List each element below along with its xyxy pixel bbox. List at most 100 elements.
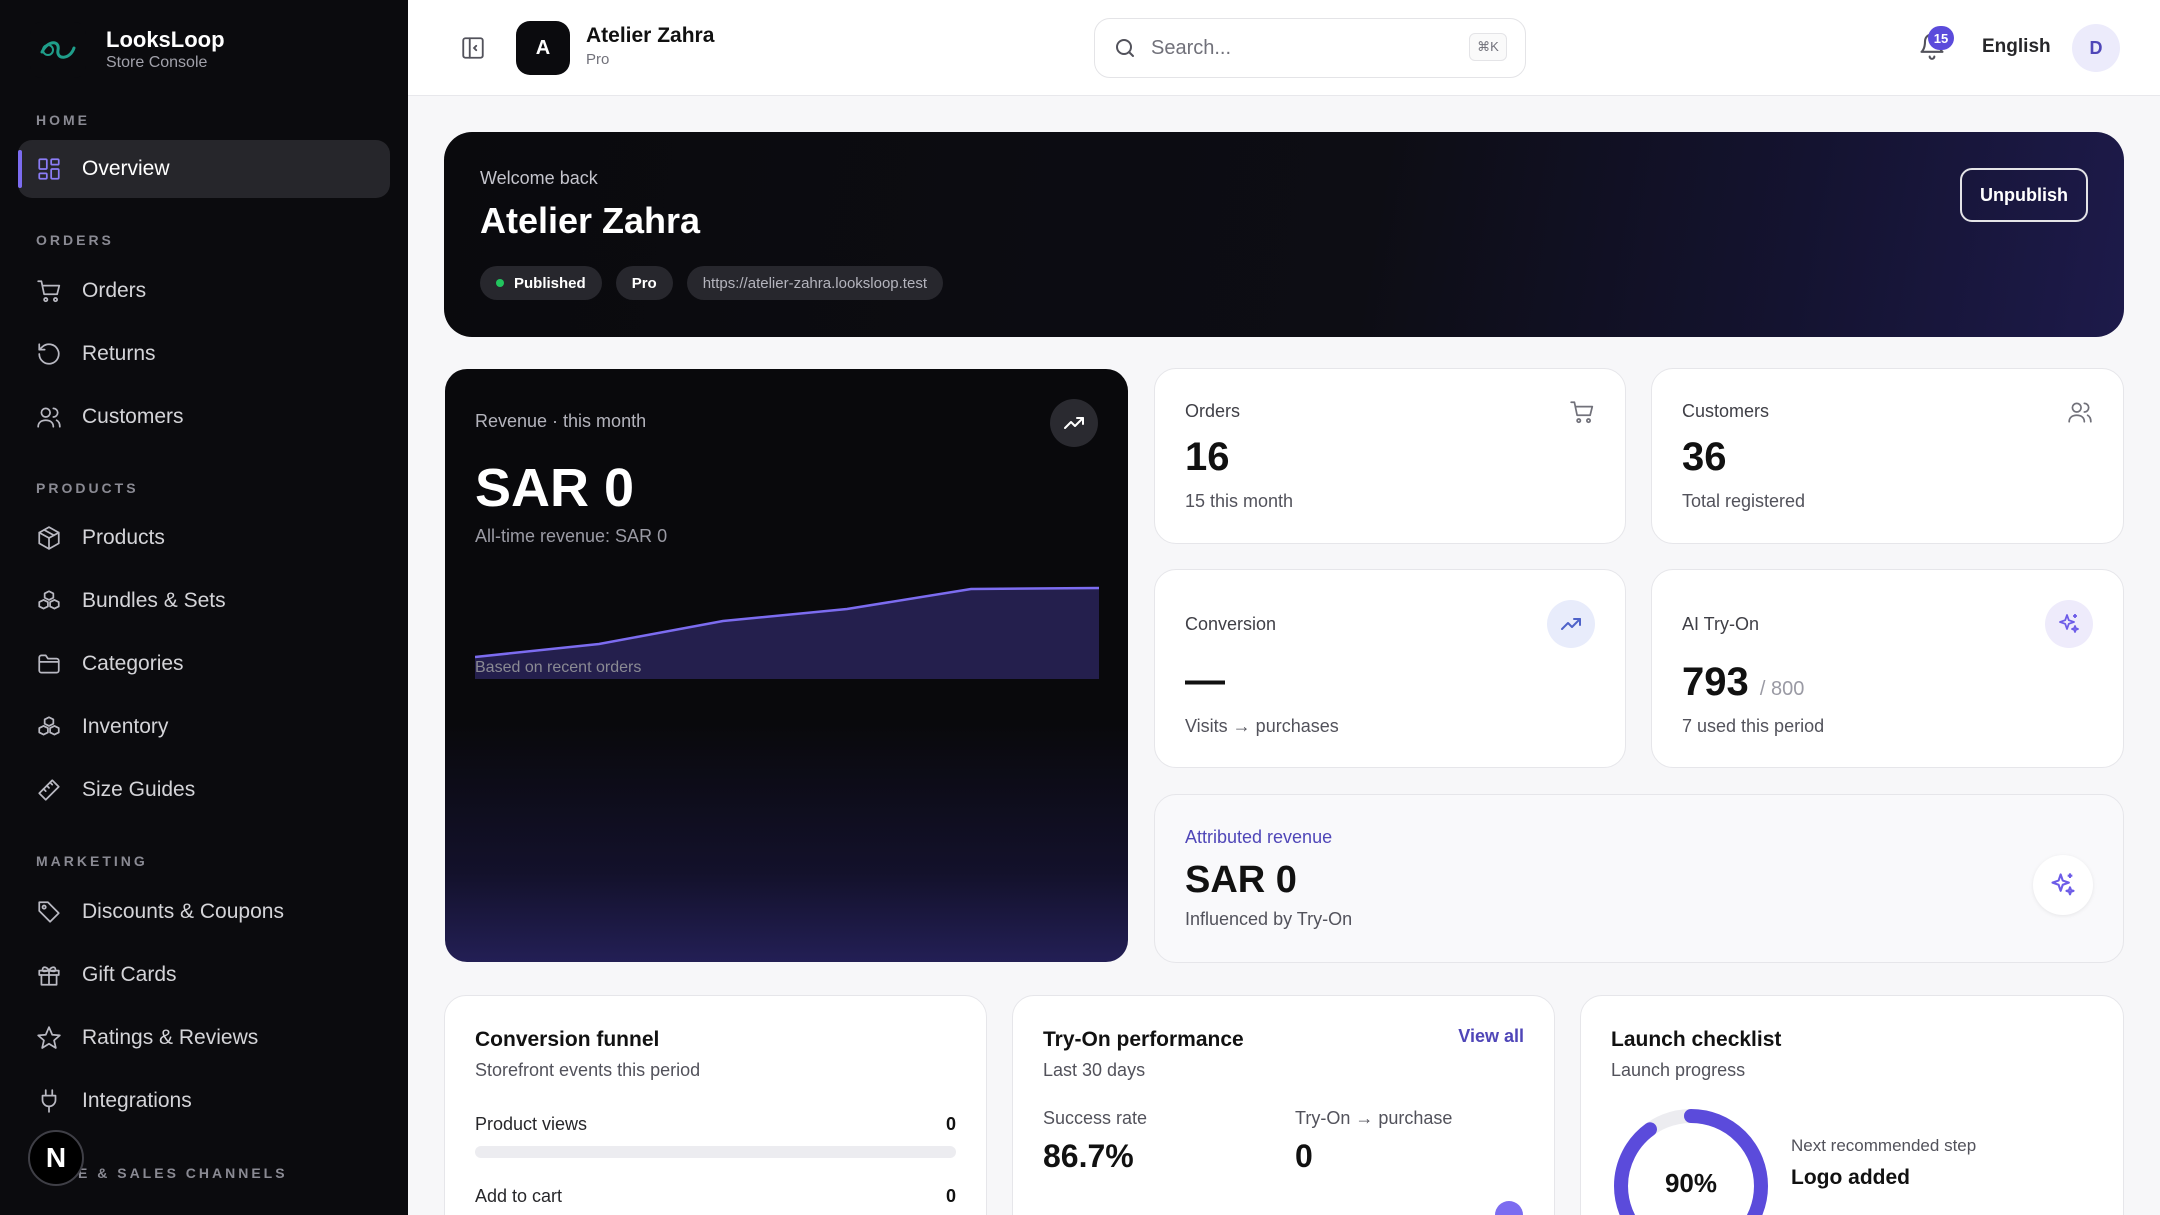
brand[interactable]: LooksLoop Store Console [30,22,225,78]
sidebar-item-returns[interactable]: Returns [18,325,390,383]
topbar: A Atelier Zahra Pro ⌘K 15 English D [408,0,2160,96]
search-box[interactable]: ⌘K [1094,18,1526,78]
status-text: Published [514,274,586,292]
sidebar-item-label: Ratings & Reviews [82,1026,259,1049]
grid-icon [36,156,62,182]
sidebar-toggle-icon[interactable] [460,35,486,61]
brand-logo [30,22,86,78]
boxes-icon [36,714,62,740]
sidebar: LooksLoop Store Console HOME Overview OR… [0,0,408,1215]
conversion-sub: Visits → purchases [1185,716,1339,736]
sidebar-item-label: Customers [82,405,184,428]
sidebar-item-label: Size Guides [82,778,196,801]
tryon-icon-badge [2045,600,2093,648]
sidebar-item-label: Categories [82,652,184,675]
search-icon [1113,36,1137,60]
funnel-sub: Storefront events this period [475,1060,701,1080]
funnel-row-label: Product views [475,1114,588,1134]
sidebar-item-categories[interactable]: Categories [18,635,390,693]
orders-sub: 15 this month [1185,491,1294,511]
n-badge[interactable]: N [28,1130,84,1186]
sidebar-item-label: Gift Cards [82,963,177,986]
sidebar-item-label: Integrations [82,1089,192,1112]
sidebar-item-ratings[interactable]: Ratings & Reviews [18,1009,390,1067]
funnel-row-label: Add to cart [475,1186,563,1206]
trending-up-icon [1062,411,1086,435]
orders-label: Orders [1185,401,1241,421]
store-plan: Pro [586,51,610,68]
unpublish-button[interactable]: Unpublish [1960,168,2088,222]
store-name[interactable]: Atelier Zahra [586,24,714,48]
status-dot [496,279,504,287]
ai-tryon-card[interactable]: AI Try-On 793 / 800 7 used this period [1651,569,2124,768]
sidebar-item-label: Inventory [82,715,169,738]
boxes-icon [36,588,62,614]
perf-sub: Last 30 days [1043,1060,1146,1080]
cart-icon [36,278,62,304]
progress-text: 90% [1664,1168,1718,1198]
conversion-card[interactable]: Conversion — Visits → purchases [1154,569,1626,768]
trend-button[interactable] [1050,399,1098,447]
sidebar-item-products[interactable]: Products [18,509,390,567]
customers-card[interactable]: Customers 36 Total registered [1651,368,2124,544]
sidebar-item-size-guides[interactable]: Size Guides [18,761,390,819]
tryon-limit: / 800 [1759,678,1805,700]
tryon-sub: 7 used this period [1682,716,1825,736]
checklist-title: Launch checklist [1611,1028,1782,1051]
cart-icon [1569,399,1595,425]
folder-icon [36,651,62,677]
launch-checklist-card: Launch checklist Launch progress 90% Nex… [1580,995,2124,1215]
orders-card[interactable]: Orders 16 15 this month [1154,368,1626,544]
user-avatar[interactable]: D [2072,24,2120,72]
customers-value: 36 [1682,435,1727,479]
users-icon [36,404,62,430]
next-step-value: Logo added [1791,1166,1910,1189]
tryon-performance-card: Try-On performance Last 30 days View all… [1012,995,1555,1215]
section-home: HOME [36,112,90,128]
sidebar-item-integrations[interactable]: Integrations [18,1072,390,1130]
welcome-banner: Welcome back Atelier Zahra Published Pro… [444,132,2124,337]
sparkles-icon [2057,612,2081,636]
store-title: Atelier Zahra [480,200,701,241]
sidebar-item-discounts[interactable]: Discounts & Coupons [18,883,390,941]
view-all-link[interactable]: View all [1458,1026,1524,1047]
purchase-value: 0 [1295,1138,1313,1174]
sidebar-item-customers[interactable]: Customers [18,388,390,446]
store-url[interactable]: https://atelier-zahra.looksloop.test [686,266,943,300]
conversion-funnel-card: Conversion funnel Storefront events this… [444,995,987,1215]
attributed-icon-badge [2033,855,2093,915]
sidebar-item-gift-cards[interactable]: Gift Cards [18,946,390,1004]
star-icon [36,1025,62,1051]
search-input[interactable] [1151,36,1451,60]
sidebar-item-inventory[interactable]: Inventory [18,698,390,756]
success-rate-label: Success rate [1043,1108,1148,1128]
next-step-label: Next recommended step [1791,1136,1977,1155]
attributed-revenue-card[interactable]: Attributed revenue SAR 0 Influenced by T… [1154,794,2124,963]
orders-value: 16 [1185,435,1230,479]
language-switcher[interactable]: English [1982,36,2051,58]
plan-badge: Pro [615,266,673,300]
search-shortcut: ⌘K [1469,33,1507,61]
store-avatar[interactable]: A [516,21,570,75]
sidebar-item-overview[interactable]: Overview [18,140,390,198]
brand-name: LooksLoop [106,27,225,52]
notification-count: 15 [1928,26,1954,50]
section-orders: ORDERS [36,232,114,248]
sidebar-item-label: Returns [82,342,156,365]
conversion-icon-badge [1547,600,1595,648]
users-icon [2067,399,2093,425]
trending-up-icon [1559,612,1583,636]
sidebar-item-label: Bundles & Sets [82,589,226,612]
purchase-label: Try-On → purchase [1295,1108,1453,1128]
tryon-label: AI Try-On [1682,614,1760,634]
sidebar-item-label: Overview [82,157,170,180]
section-products: PRODUCTS [36,480,139,496]
funnel-title: Conversion funnel [475,1028,660,1051]
tag-icon [36,899,62,925]
sidebar-item-bundles[interactable]: Bundles & Sets [18,572,390,630]
funnel-row-value: 0 [945,1114,956,1134]
sidebar-item-label: Products [82,526,165,549]
package-icon [36,525,62,551]
tryon-value: 793 / 800 [1682,660,1804,705]
sidebar-item-orders[interactable]: Orders [18,262,390,320]
